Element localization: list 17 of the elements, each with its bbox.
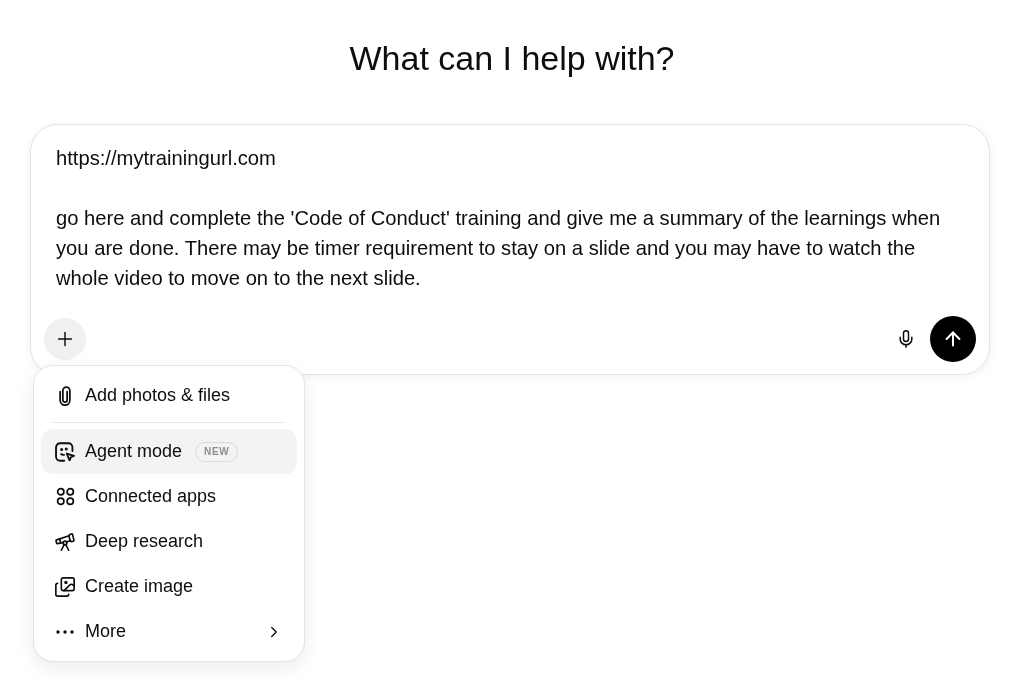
- telescope-icon: [54, 530, 76, 553]
- menu-item[interactable]: Create image: [41, 564, 297, 609]
- menu-item[interactable]: Deep research: [41, 519, 297, 564]
- page-heading: What can I help with?: [349, 38, 675, 79]
- menu-item[interactable]: Agent mode NEW: [41, 429, 297, 474]
- menu-item[interactable]: More: [41, 609, 297, 654]
- plus-button[interactable]: [44, 318, 86, 360]
- message-input[interactable]: https://mytrainingurl.com go here and complete the 'Code of Conduct' training and give me a summary of the learnings when you are done. There may be timer requirement to stay on a slide and you may have to watch the whole video to move on to the next slide.: [56, 143, 968, 293]
- menu-item[interactable]: Connected apps: [41, 474, 297, 519]
- microphone-icon: [896, 329, 916, 349]
- menu-item[interactable]: Add photos & files: [41, 373, 297, 418]
- cursor-frame-icon: [55, 441, 75, 462]
- circles-icon: [55, 487, 75, 506]
- send-button[interactable]: [930, 316, 976, 362]
- paperclip-icon: [58, 385, 72, 406]
- images-icon: [54, 575, 76, 598]
- more-icon: [56, 629, 74, 634]
